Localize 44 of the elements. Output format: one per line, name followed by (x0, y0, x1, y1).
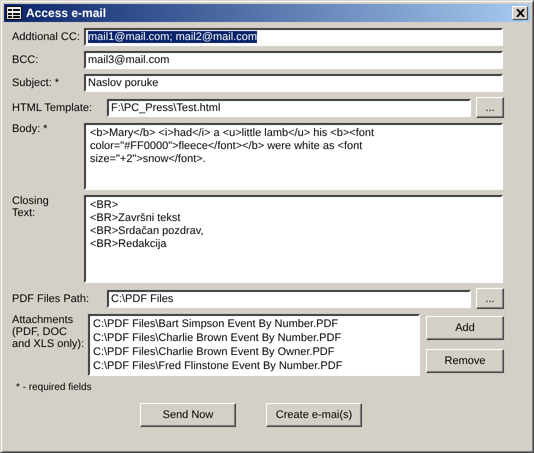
field-label: Body: * (12, 123, 48, 135)
input-field[interactable]: C:\PDF Files (107, 290, 471, 308)
field-value: F:\PC_Press\Test.html (111, 102, 220, 114)
text-line: size="+2">snow</font>. (90, 153, 207, 166)
attachments-list[interactable]: C:\PDF Files\Bart Simpson Event By Number.PDF C:\PDF Files\Charlie Brown Event By Number.PDF C:\PDF Files\Charlie Brown Event By Owner.PDF C:\PDF Files\Fred Flinstone Event By Number.PDF (88, 314, 420, 376)
list-item[interactable]: C:\PDF Files\Charlie Brown Event By Number.PDF (93, 331, 415, 345)
field-label: (PDF, DOC and XLS only): (12, 326, 86, 350)
list-item[interactable]: C:\PDF Files\Charlie Brown Event By Owner.PDF (93, 345, 415, 359)
field-value: Naslov poruke (88, 77, 158, 89)
side-button[interactable]: Remove (426, 349, 504, 373)
input-field[interactable]: mail1@mail.com; mail2@mail.com (84, 28, 503, 46)
text-area[interactable]: <b>Mary</b> <i>had</i> a <u>little lamb</u> his <b><font color="#FF0000">fleece</font></b> were white as <font size="+2">snow</font>. (84, 123, 503, 190)
required-note: * - required fields (16, 382, 93, 393)
field-label: Addtional CC: (12, 31, 81, 43)
close-button[interactable] (512, 6, 528, 20)
text-line: color="#FF0000">fleece</font></b> were white as <font (90, 140, 364, 153)
list-item[interactable]: C:\PDF Files\Bart Simpson Event By Number.PDF (93, 317, 415, 331)
side-button[interactable]: Add (426, 316, 504, 340)
browse-button[interactable]: ... (476, 288, 504, 309)
input-field[interactable]: F:\PC_Press\Test.html (107, 98, 471, 116)
text-area[interactable]: <BR> <BR>Završni tekst <BR>Srdačan pozdrav, <BR>Redakcija (84, 195, 503, 283)
field-label: Subject: * (12, 77, 60, 89)
action-button[interactable]: Send Now (140, 403, 236, 427)
text-line: <b>Mary</b> <i>had</i> a <u>little lamb</u> his <b><font (90, 127, 376, 140)
input-field[interactable]: mail3@mail.com (84, 51, 503, 69)
field-label: BCC: (12, 54, 40, 66)
text-line: <BR>Redakcija (90, 238, 168, 251)
window-title: Access e-mail (26, 6, 108, 20)
field-value: mail3@mail.com (88, 54, 170, 66)
field-value: mail1@mail.com; mail2@mail.com (88, 31, 258, 43)
field-label: Closing Text: (12, 195, 50, 219)
field-label: PDF Files Path: (12, 292, 90, 304)
field-value: C:\PDF Files (111, 292, 174, 304)
form-icon (6, 6, 22, 20)
field-label: HTML Template: (12, 102, 94, 114)
input-field[interactable]: Naslov poruke (84, 74, 503, 92)
close-icon (516, 9, 524, 17)
text-line: <BR>Završni tekst (90, 212, 182, 225)
list-item[interactable]: C:\PDF Files\Fred Flinstone Event By Number.PDF (93, 359, 415, 373)
text-line: <BR>Srdačan pozdrav, (90, 225, 205, 238)
text-line: <BR> (90, 199, 120, 212)
field-label: Attachments (12, 314, 74, 326)
browse-button[interactable]: ... (476, 97, 504, 118)
action-button[interactable]: Create e-mai(s) (266, 403, 362, 427)
